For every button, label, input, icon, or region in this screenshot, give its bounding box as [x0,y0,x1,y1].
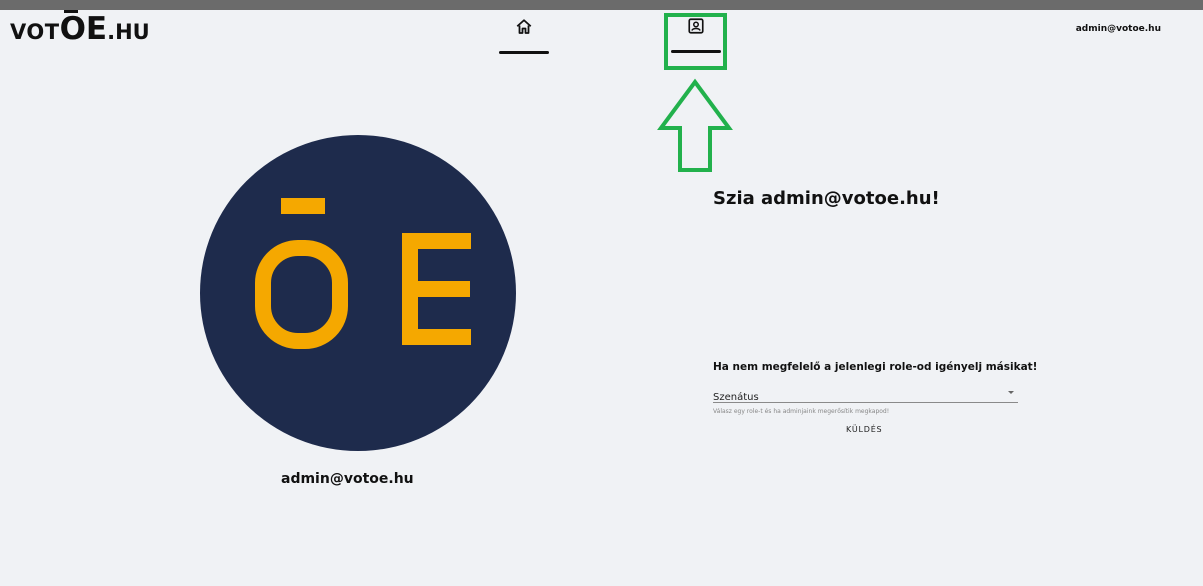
page-title: Szia admin@votoe.hu! [713,188,940,209]
role-select[interactable]: Szenátus [713,385,1018,403]
profile-name: admin@votoe.hu [281,471,414,487]
annotation-up-arrow-icon [657,78,733,172]
oe-logo-icon [255,198,471,349]
logo-suffix: .HU [107,20,150,44]
role-request-heading: Ha nem megfelelő a jelenlegi role-od igé… [713,361,1038,373]
logo-mark: OE [59,10,108,47]
logo-prefix: VOT [10,20,60,44]
submit-button[interactable]: KÜLDÉS [846,425,882,434]
role-select-value: Szenátus [713,392,759,403]
role-helper-text: Válasz egy role-t és ha adminjaink meger… [713,408,890,415]
home-icon [516,19,532,34]
header-user-email[interactable]: admin@votoe.hu [1076,24,1161,34]
caret-down-icon [1008,391,1014,394]
tab-home[interactable] [497,14,551,54]
site-logo[interactable]: VOT OE .HU [10,10,150,47]
window-top-strip [0,0,1203,10]
profile-avatar [200,135,516,451]
tab-underline [499,51,549,54]
annotation-highlight-box [664,13,727,70]
